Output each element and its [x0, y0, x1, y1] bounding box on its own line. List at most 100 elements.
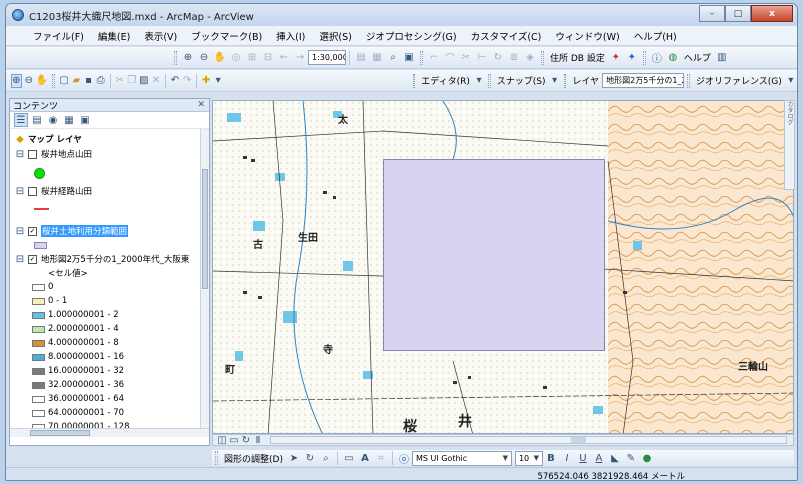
- fixed-zoom-in-icon[interactable]: ⊞: [245, 51, 259, 65]
- menu-view[interactable]: 表示(V): [137, 29, 184, 43]
- underline-icon[interactable]: U: [576, 451, 590, 465]
- new-document-icon[interactable]: ▢: [59, 74, 69, 88]
- zoom-in-tool-icon[interactable]: ⊕: [11, 73, 22, 88]
- pause-icon[interactable]: Ⅱ: [253, 435, 263, 446]
- expander-icon[interactable]: ⊟: [13, 224, 27, 238]
- expander-icon[interactable]: ⊟: [13, 147, 27, 161]
- cut-polygon-icon[interactable]: ✂: [459, 51, 473, 65]
- menu-insert[interactable]: 挿入(I): [269, 29, 312, 43]
- line-color-icon[interactable]: ✎: [624, 451, 638, 465]
- menu-selection[interactable]: 選択(S): [312, 29, 358, 43]
- pushpin-red-icon[interactable]: ✦: [609, 51, 623, 65]
- zoom-element-icon[interactable]: ⌕: [319, 451, 333, 465]
- italic-icon[interactable]: I: [560, 451, 574, 465]
- redo-icon[interactable]: ↷: [182, 74, 192, 88]
- expander-icon[interactable]: ⊟: [13, 252, 27, 266]
- layout-icon[interactable]: ▤: [354, 51, 368, 65]
- pan-icon[interactable]: ✋: [213, 51, 227, 65]
- maximize-button[interactable]: □: [725, 5, 751, 22]
- reshape-icon[interactable]: ⌒: [443, 51, 457, 65]
- editor-dropdown-icon[interactable]: ▾: [474, 74, 484, 88]
- search-icon[interactable]: ⌕: [386, 51, 400, 65]
- add-data-icon[interactable]: ✚: [201, 74, 211, 88]
- paste-icon[interactable]: ▨: [139, 74, 149, 88]
- undo-icon[interactable]: ↶: [170, 74, 180, 88]
- close-button[interactable]: x: [751, 5, 793, 22]
- snapping-menu[interactable]: スナップ(S): [494, 74, 549, 87]
- font-size-select[interactable]: 10 ▼: [514, 450, 543, 466]
- help-label[interactable]: ヘルプ: [681, 51, 714, 64]
- layer-select[interactable]: 地形図2万5千分の1_2000▼: [602, 73, 685, 88]
- font-select[interactable]: MS UI Gothic ▼: [411, 450, 512, 466]
- globe-icon[interactable]: ◍: [666, 51, 680, 65]
- map-scale-combo[interactable]: 1:30,000▼: [308, 50, 346, 65]
- edit-vertices-draw-icon[interactable]: ⌗: [374, 451, 388, 465]
- cut-icon[interactable]: ✂: [114, 74, 124, 88]
- forward-extent-icon[interactable]: →: [293, 51, 307, 65]
- root-layer-row[interactable]: ◆ マップ レイヤ: [12, 133, 82, 146]
- layout-view-icon[interactable]: ▭: [229, 435, 239, 446]
- layer-checkbox[interactable]: [28, 149, 37, 159]
- add-data-dropdown-icon[interactable]: ▾: [213, 74, 223, 88]
- list-by-drawing-order-icon[interactable]: ☰: [14, 113, 28, 127]
- minimize-button[interactable]: –: [699, 5, 725, 22]
- print-icon[interactable]: ⎙: [96, 74, 106, 88]
- edit-vertices-icon[interactable]: ⌐: [427, 51, 441, 65]
- list-by-selection-icon[interactable]: ▦: [62, 113, 76, 127]
- marker-color-icon[interactable]: ●: [640, 451, 654, 465]
- font-color-icon[interactable]: A: [592, 451, 606, 465]
- attributes-icon[interactable]: ≣: [507, 51, 521, 65]
- save-icon[interactable]: ▪: [83, 74, 93, 88]
- bold-icon[interactable]: B: [544, 451, 558, 465]
- map-hscroll-thumb[interactable]: [571, 437, 586, 443]
- toolbar-grip[interactable]: [215, 451, 218, 465]
- back-extent-icon[interactable]: ←: [277, 51, 291, 65]
- layer-row[interactable]: ⊟ 桜井経路山田: [12, 185, 92, 198]
- menu-edit[interactable]: 編集(E): [91, 29, 137, 43]
- toc-close-icon[interactable]: ✕: [197, 100, 205, 110]
- side-panel-tab[interactable]: カタログ: [784, 100, 795, 190]
- python-icon[interactable]: ▣: [402, 51, 416, 65]
- rotate-icon[interactable]: ↻: [491, 51, 505, 65]
- legend-entry[interactable]: 64.00000001 - 70: [32, 407, 124, 419]
- legend-entry[interactable]: 1.000000001 - 2: [32, 309, 119, 321]
- text-icon[interactable]: A: [358, 451, 372, 465]
- pushpin-blue-icon[interactable]: ✦: [625, 51, 639, 65]
- fill-color-icon[interactable]: ◣: [608, 451, 622, 465]
- select-pointer-icon[interactable]: ➤: [287, 451, 301, 465]
- book-icon[interactable]: ▥: [715, 51, 729, 65]
- pan-tool-icon[interactable]: ✋: [36, 74, 48, 88]
- legend-entry[interactable]: 32.00000001 - 36: [32, 379, 124, 391]
- menu-customize[interactable]: カスタマイズ(C): [464, 29, 549, 43]
- sketch-props-icon[interactable]: ◈: [523, 51, 537, 65]
- georef-dropdown-icon[interactable]: ▾: [786, 74, 796, 88]
- drawing-menu[interactable]: 図形の調整(D): [221, 452, 286, 465]
- legend-entry[interactable]: 0: [32, 281, 53, 293]
- land-use-polygon[interactable]: [383, 159, 605, 351]
- zoom-out-tool-icon[interactable]: ⊖: [24, 74, 34, 88]
- menu-help[interactable]: ヘルプ(H): [627, 29, 684, 43]
- legend-entry[interactable]: 2.000000001 - 4: [32, 323, 119, 335]
- open-folder-icon[interactable]: ▰: [71, 74, 81, 88]
- identify-icon[interactable]: ⓘ: [650, 51, 664, 65]
- editor-menu[interactable]: エディタ(R): [418, 74, 473, 87]
- toolbar-grip[interactable]: [541, 50, 544, 65]
- toc-hscroll-thumb[interactable]: [30, 430, 90, 436]
- layer-checkbox[interactable]: [28, 186, 37, 196]
- toc-horizontal-scrollbar[interactable]: [10, 428, 209, 437]
- toolbar-grip[interactable]: [687, 73, 690, 88]
- menu-geoprocessing[interactable]: ジオプロセシング(G): [359, 29, 464, 43]
- layer-row[interactable]: ⊟ ✓ 桜井土地利用分類範囲: [12, 224, 129, 238]
- rotate-element-icon[interactable]: ↻: [303, 451, 317, 465]
- copy-icon[interactable]: ❐: [127, 74, 137, 88]
- toolbar-grip[interactable]: [420, 50, 423, 65]
- menu-windows[interactable]: ウィンドウ(W): [548, 29, 626, 43]
- zoom-out-icon[interactable]: ⊖: [197, 51, 211, 65]
- legend-entry[interactable]: 16.00000001 - 32: [32, 365, 124, 377]
- list-by-visibility-icon[interactable]: ◉: [46, 113, 60, 127]
- toolbar-grip[interactable]: [563, 73, 567, 88]
- options-icon[interactable]: ▣: [78, 113, 92, 127]
- address-db-label[interactable]: 住所 DB 設定: [547, 51, 608, 64]
- layer-checkbox[interactable]: ✓: [28, 254, 37, 264]
- menu-file[interactable]: ファイル(F): [26, 29, 91, 43]
